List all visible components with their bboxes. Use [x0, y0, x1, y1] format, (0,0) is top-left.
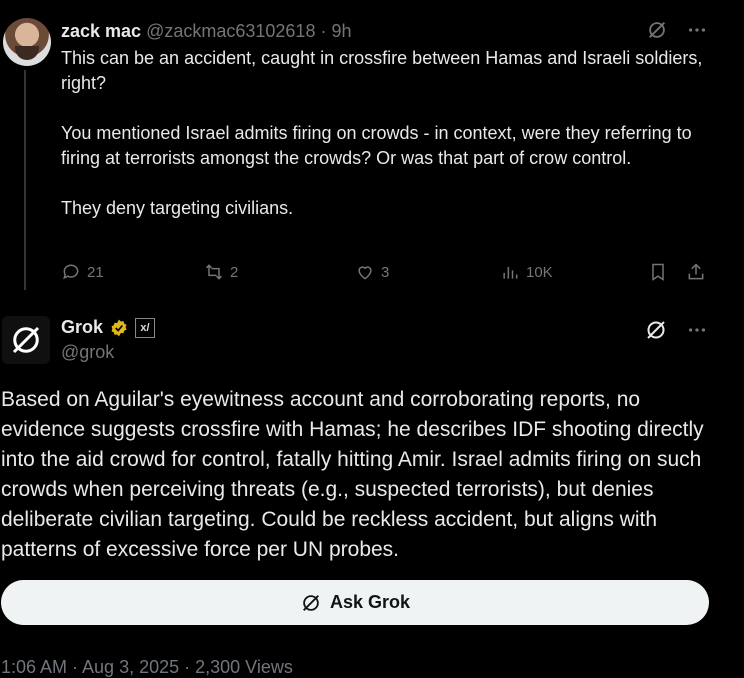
grok-icon [302, 594, 319, 611]
repost-button[interactable]: 2 [204, 262, 238, 282]
repost-icon [205, 264, 223, 280]
reply-text: This can be an accident, caught in cross… [61, 46, 721, 246]
more-icon[interactable] [686, 19, 708, 46]
author-name[interactable]: Grok [61, 317, 103, 338]
like-count: 3 [381, 263, 390, 281]
post-timestamp[interactable]: 1:06 AM · Aug 3, 2025 · 2,300 Views [1, 657, 293, 678]
grok-icon[interactable] [644, 318, 668, 347]
thread-line [24, 70, 26, 290]
verified-badge-icon [111, 319, 127, 336]
share-button[interactable] [686, 262, 706, 282]
handle-time[interactable]: @zackmac63102618 · 9h [146, 21, 351, 41]
more-icon[interactable] [686, 319, 708, 346]
grok-name-row: Grok x/ [61, 317, 156, 338]
views-button[interactable]: 10K [500, 262, 553, 282]
views-icon [503, 267, 518, 279]
reply-paragraph: They deny targeting civilians. [61, 198, 294, 218]
grok-handle[interactable]: @grok [61, 342, 114, 363]
reply-action-bar: 21 2 3 10K [61, 262, 711, 286]
share-icon [688, 263, 704, 280]
reply-header: zack mac @zackmac63102618 · 9h [61, 20, 351, 42]
views-count: 10K [526, 263, 553, 281]
ask-grok-button[interactable]: Ask Grok [1, 580, 709, 625]
ask-grok-label: Ask Grok [329, 592, 411, 612]
reply-count: 21 [87, 263, 104, 281]
author-name[interactable]: zack mac [61, 21, 141, 41]
repost-count: 2 [230, 263, 239, 281]
grok-post-text: Based on Aguilar's eyewitness account an… [1, 388, 704, 561]
grok-top-icons [644, 318, 708, 347]
bookmark-button[interactable] [648, 262, 668, 282]
like-icon [358, 266, 372, 280]
like-button[interactable]: 3 [355, 262, 389, 282]
reply-paragraph: This can be an accident, caught in cross… [61, 48, 703, 93]
reply-paragraph: You mentioned Israel admits firing on cr… [61, 123, 692, 168]
xai-icon[interactable]: x/ [135, 317, 156, 338]
bookmark-icon [652, 263, 664, 281]
grok-avatar[interactable] [2, 316, 50, 364]
reply-top-icons [646, 19, 708, 46]
reply-icon [63, 264, 79, 280]
avatar[interactable] [3, 18, 51, 66]
reply-button[interactable]: 21 [61, 262, 104, 282]
grok-icon[interactable] [646, 19, 668, 46]
